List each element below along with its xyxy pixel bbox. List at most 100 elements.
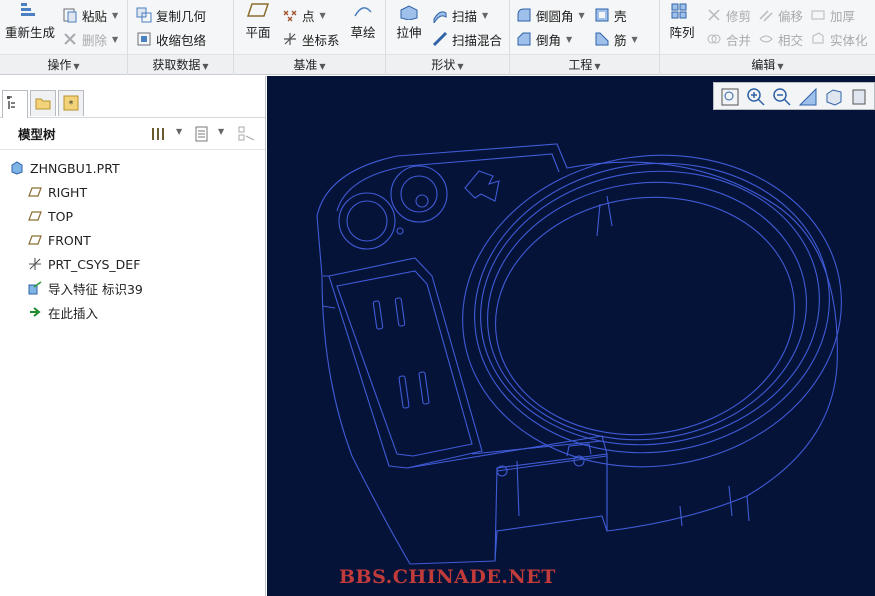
chevron-down-icon: ▼ (482, 10, 489, 20)
datum-plane-icon (246, 2, 270, 20)
delete-button[interactable]: 删除 ▼ (62, 28, 118, 50)
merge-icon (706, 31, 722, 47)
tree-item-insert-here[interactable]: 在此插入 (0, 300, 265, 324)
graphics-viewport[interactable]: BBS.CHINADE.NET (267, 76, 875, 596)
ribbon: 重新生成 粘贴▼ 删除▼ 操作▼ 复制几何 收缩包络 获取数据▼ 平面 (0, 0, 875, 75)
copy-geometry-button[interactable]: 复制几何 (136, 4, 206, 26)
group-shapes: 拉伸 扫描 ▼ 扫描混合 形状 ▼ (386, 0, 510, 75)
show-options-icon[interactable] (194, 126, 210, 142)
shell-button[interactable]: 壳 (594, 4, 627, 26)
model-tree-title: 模型树 (18, 127, 56, 142)
tab-model-tree[interactable] (2, 90, 28, 118)
trim-button[interactable]: 修剪 (706, 4, 751, 26)
model-tree-icon (7, 96, 15, 109)
chevron-down-icon: ▼ (319, 62, 326, 71)
datum-plane-icon (28, 185, 42, 199)
ring-bore (487, 181, 807, 441)
regenerate-label: 重新生成 (4, 25, 55, 40)
datum-plane-icon (28, 233, 42, 247)
extrude-button[interactable]: 拉伸 (392, 2, 426, 41)
rib-button[interactable]: 筋 ▼ (594, 28, 638, 50)
settings-icon[interactable] (150, 126, 168, 142)
filter-icon[interactable] (238, 126, 256, 142)
chevron-down-icon: ▼ (566, 34, 573, 44)
round-button[interactable]: 倒圆角 ▼ (516, 4, 585, 26)
plane-button[interactable]: 平面 (240, 2, 276, 41)
navigator-tabs: * (0, 76, 265, 118)
chevron-down-icon: ▼ (112, 34, 119, 44)
point-button[interactable]: 点 ▼ (282, 4, 326, 26)
pattern-icon (670, 2, 694, 20)
delete-icon (62, 31, 78, 47)
chevron-down-icon: ▼ (457, 62, 464, 71)
group-label-get-data[interactable]: 获取数据 ▼ (128, 54, 233, 74)
offset-button[interactable]: 偏移 (758, 4, 803, 26)
sweep-button[interactable]: 扫描 ▼ (432, 4, 488, 26)
favorites-icon: * (63, 95, 79, 111)
group-label-operations[interactable]: 操作 ▼ (0, 54, 127, 74)
tree-item-front[interactable]: FRONT (0, 228, 265, 252)
chevron-down-icon: ▼ (578, 10, 585, 20)
datum-point-icon (282, 7, 298, 23)
group-editing: 阵列 修剪 合并 偏移 相交 加厚 实体化 编辑 ▼ (660, 0, 875, 75)
copy-geometry-icon (136, 7, 152, 23)
solidify-icon (810, 31, 826, 47)
ring-bore-inner (495, 196, 795, 436)
intersect-icon (758, 31, 774, 47)
offset-icon (758, 7, 774, 23)
chevron-down-icon[interactable]: ▼ (218, 127, 224, 136)
group-label-engineering[interactable]: 工程 ▼ (510, 54, 659, 74)
tree-item-csys[interactable]: PRT_CSYS_DEF (0, 252, 265, 276)
pattern-button[interactable]: 阵列 (664, 2, 700, 41)
paste-button[interactable]: 粘贴 ▼ (62, 4, 118, 26)
import-feature-icon (28, 281, 42, 295)
csys-icon (28, 257, 42, 271)
group-label-datum[interactable]: 基准 ▼ (234, 54, 385, 74)
battery-pocket (328, 257, 483, 469)
sketch-button[interactable]: 草绘 (346, 2, 380, 41)
part-icon (10, 161, 24, 175)
datum-plane-icon (28, 209, 42, 223)
shell-icon (594, 7, 610, 23)
folder-icon (35, 98, 51, 110)
group-label-shapes[interactable]: 形状 ▼ (386, 54, 509, 74)
merge-button[interactable]: 合并 (706, 28, 751, 50)
extrude-icon (397, 2, 421, 21)
chevron-down-icon: ▼ (631, 34, 638, 44)
solidify-button[interactable]: 实体化 (810, 28, 868, 50)
round-icon (516, 7, 532, 23)
thicken-button[interactable]: 加厚 (810, 4, 855, 26)
trim-icon (706, 7, 722, 23)
rib-icon (594, 31, 610, 47)
pocket-right (390, 165, 448, 223)
tab-favorites[interactable]: * (58, 90, 84, 116)
chevron-down-icon: ▼ (777, 62, 784, 71)
group-get-data: 复制几何 收缩包络 获取数据 ▼ (128, 0, 234, 75)
chevron-down-icon: ▼ (112, 10, 119, 20)
arrow-feature (464, 170, 500, 202)
chamfer-icon (516, 31, 532, 47)
outer-shell-edge (316, 143, 838, 565)
intersect-button[interactable]: 相交 (758, 28, 803, 50)
navigator-panel: * 模型树 ▼ ▼ ZHNGBU1.PRT RIGHT TOP FRONT PR… (0, 76, 266, 596)
top-rim-edge (336, 153, 560, 212)
swept-blend-button[interactable]: 扫描混合 (432, 28, 502, 50)
insert-here-arrow-icon (28, 305, 42, 319)
tree-item-import-feature[interactable]: 导入特征 标识39 (0, 276, 265, 300)
wireframe-model (316, 143, 842, 565)
regenerate-button[interactable]: 重新生成 (4, 2, 56, 41)
bottom-ledge (406, 435, 608, 562)
ring-mid (474, 162, 830, 454)
chevron-down-icon[interactable]: ▼ (176, 127, 182, 136)
tree-item-right[interactable]: RIGHT (0, 180, 265, 204)
group-engineering: 倒圆角 ▼ 倒角 ▼ 壳 筋 ▼ 工程 ▼ (510, 0, 660, 75)
svg-text:*: * (69, 99, 74, 110)
tree-item-part[interactable]: ZHNGBU1.PRT (0, 156, 265, 180)
tree-item-top[interactable]: TOP (0, 204, 265, 228)
chamfer-button[interactable]: 倒角 ▼ (516, 28, 572, 50)
csys-button[interactable]: 坐标系 (282, 28, 340, 50)
group-label-editing[interactable]: 编辑 ▼ (660, 54, 875, 74)
paste-icon (62, 7, 78, 23)
tab-folder-browser[interactable] (30, 90, 56, 116)
shrinkwrap-button[interactable]: 收缩包络 (136, 28, 206, 50)
